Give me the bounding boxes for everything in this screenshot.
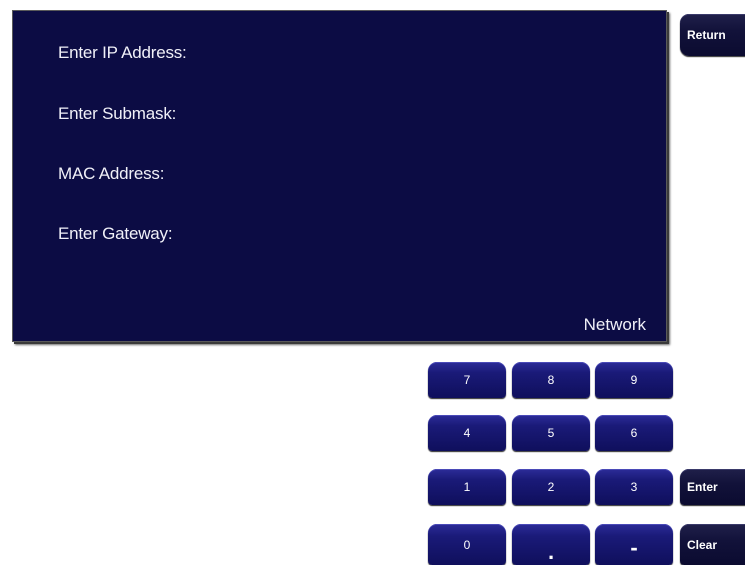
key-5[interactable]: 5 (512, 415, 590, 451)
key-3[interactable]: 3 (595, 469, 673, 505)
submask-label[interactable]: Enter Submask: (58, 104, 176, 124)
key-6[interactable]: 6 (595, 415, 673, 451)
key-0[interactable]: 0 (428, 524, 506, 565)
mac-address-label: MAC Address: (58, 164, 165, 183)
key-9[interactable]: 9 (595, 362, 673, 398)
key-8[interactable]: 8 (512, 362, 590, 398)
panel-title: Network (583, 315, 646, 334)
ip-address-label[interactable]: Enter IP Address: (58, 43, 187, 63)
key-dot[interactable]: . (512, 524, 590, 565)
key-7[interactable]: 7 (428, 362, 506, 398)
key-1[interactable]: 1 (428, 469, 506, 505)
enter-button[interactable]: Enter (680, 469, 745, 505)
network-settings-panel: Enter IP Address: Enter Submask: MAC Add… (12, 10, 667, 342)
gateway-label[interactable]: Enter Gateway: (58, 224, 173, 244)
key-4[interactable]: 4 (428, 415, 506, 451)
clear-button[interactable]: Clear (680, 524, 745, 565)
return-button[interactable]: Return (680, 14, 745, 56)
key-dash[interactable]: - (595, 524, 673, 565)
key-2[interactable]: 2 (512, 469, 590, 505)
